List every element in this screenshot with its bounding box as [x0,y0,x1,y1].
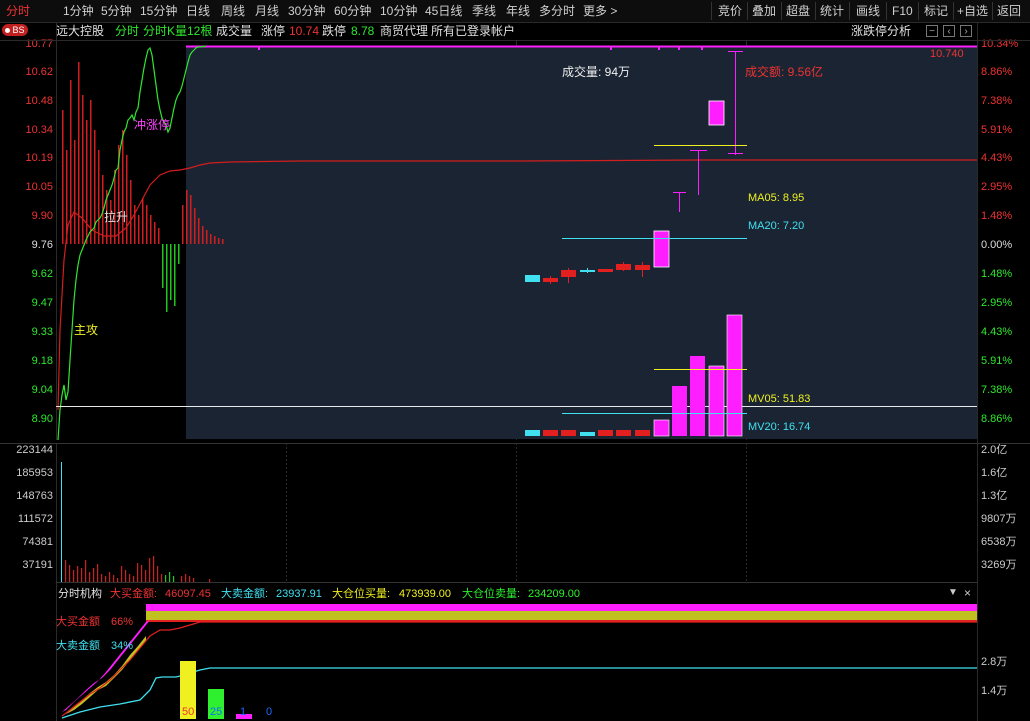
ma20-label: MA20: 7.20 [748,220,805,232]
kline-amount-label: 成交额: 9.56亿 [745,65,824,79]
bar-value-25: 25 [210,706,223,718]
dropdown-icon[interactable]: ▼ [948,587,958,598]
annotation-zhu-gong: 主攻 [74,323,99,337]
vol-tick: 223144 [16,444,53,456]
intraday-volume-bars [61,462,211,582]
big-sell-value: 23937.91 [276,588,322,600]
vol-tick: 3269万 [981,559,1017,571]
big-buy-value: 46097.45 [165,588,211,600]
vol-tick: 1.3亿 [981,490,1008,502]
bar-value-small2: 0 [266,706,273,718]
sell-pct-label: 大卖金额 [56,640,100,652]
institution-tick: 2.8万 [981,656,1008,668]
limit-price-label: 10.740 [930,48,964,60]
sell-pct-value: 34% [111,640,134,652]
big-sell-label: 大卖金额: [221,588,269,600]
vol-tick: 148763 [16,490,53,502]
vol-tick: 1.6亿 [981,467,1008,479]
bar-value-small: 1 [240,706,247,718]
vol-tick: 185953 [16,467,53,479]
buy-pct-label: 大买金额 [56,616,100,628]
big-pos-sell-value: 234209.00 [528,588,580,600]
vol-tick: 111572 [17,513,53,525]
buy-pct-value: 66% [111,616,134,628]
vol-tick: 37191 [22,559,53,571]
intraday-chart[interactable] [0,0,1030,721]
annotation-la-sheng: 拉升 [104,210,129,224]
close-icon[interactable]: × [964,586,971,600]
vol-tick: 9807万 [981,513,1017,525]
big-pos-sell-label: 大仓位卖量: [462,588,521,600]
vol-tick: 74381 [22,536,53,548]
big-pos-buy-label: 大仓位买量: [332,588,391,600]
institution-tick: 1.4万 [981,685,1008,697]
vol-tick: 6538万 [981,536,1017,548]
ma05-label: MA05: 8.95 [748,192,805,204]
mv20-label: MV20: 16.74 [748,421,811,433]
institution-bars [61,604,977,719]
annotation-chong-zhang-ting: 冲涨停 [134,118,171,132]
vol-tick: 2.0亿 [981,444,1008,456]
kline-volume-label: 成交量: 94万 [562,65,631,79]
big-pos-buy-value: 473939.00 [399,588,451,600]
bar-value-50: 50 [182,706,195,718]
big-buy-label: 大买金额: [110,588,158,600]
mv05-label: MV05: 51.83 [748,393,811,405]
panel-title[interactable]: 分时机构 [58,588,102,600]
